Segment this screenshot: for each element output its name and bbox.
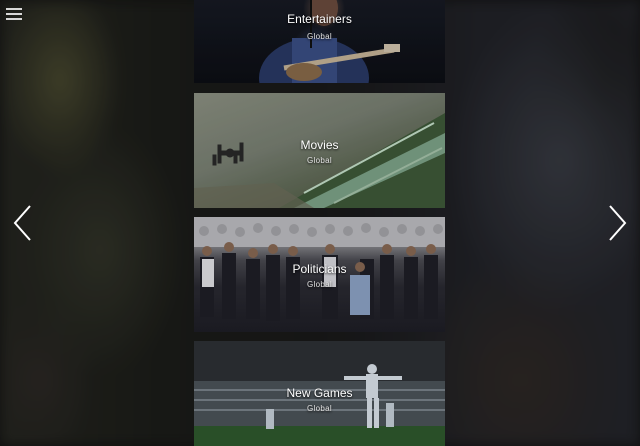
card-subtitle: Global <box>307 32 332 41</box>
hamburger-menu-icon[interactable] <box>6 8 22 20</box>
category-card-politicians[interactable]: Politicians Global <box>194 217 445 332</box>
next-button[interactable] <box>606 204 628 242</box>
category-card-movies[interactable]: Movies Global <box>194 93 445 208</box>
category-card-entertainers[interactable]: Entertainers Global <box>194 0 445 83</box>
card-title: Entertainers <box>287 12 352 26</box>
category-card-new-games[interactable]: New Games Global <box>194 341 445 446</box>
previous-button[interactable] <box>12 204 34 242</box>
card-title: Politicians <box>292 262 347 276</box>
card-subtitle: Global <box>307 280 332 289</box>
app-stage: Entertainers Global Movies Global Politi… <box>0 0 640 446</box>
card-title: Movies <box>300 138 339 152</box>
menu-bar-line <box>6 13 22 15</box>
menu-bar-line <box>6 8 22 10</box>
chevron-right-icon <box>609 205 627 241</box>
card-subtitle: Global <box>307 156 332 165</box>
card-subtitle: Global <box>307 404 332 413</box>
menu-bar-line <box>6 18 22 20</box>
chevron-left-icon <box>13 205 31 241</box>
category-card-list: Entertainers Global Movies Global Politi… <box>194 0 445 446</box>
card-title: New Games <box>286 386 353 400</box>
